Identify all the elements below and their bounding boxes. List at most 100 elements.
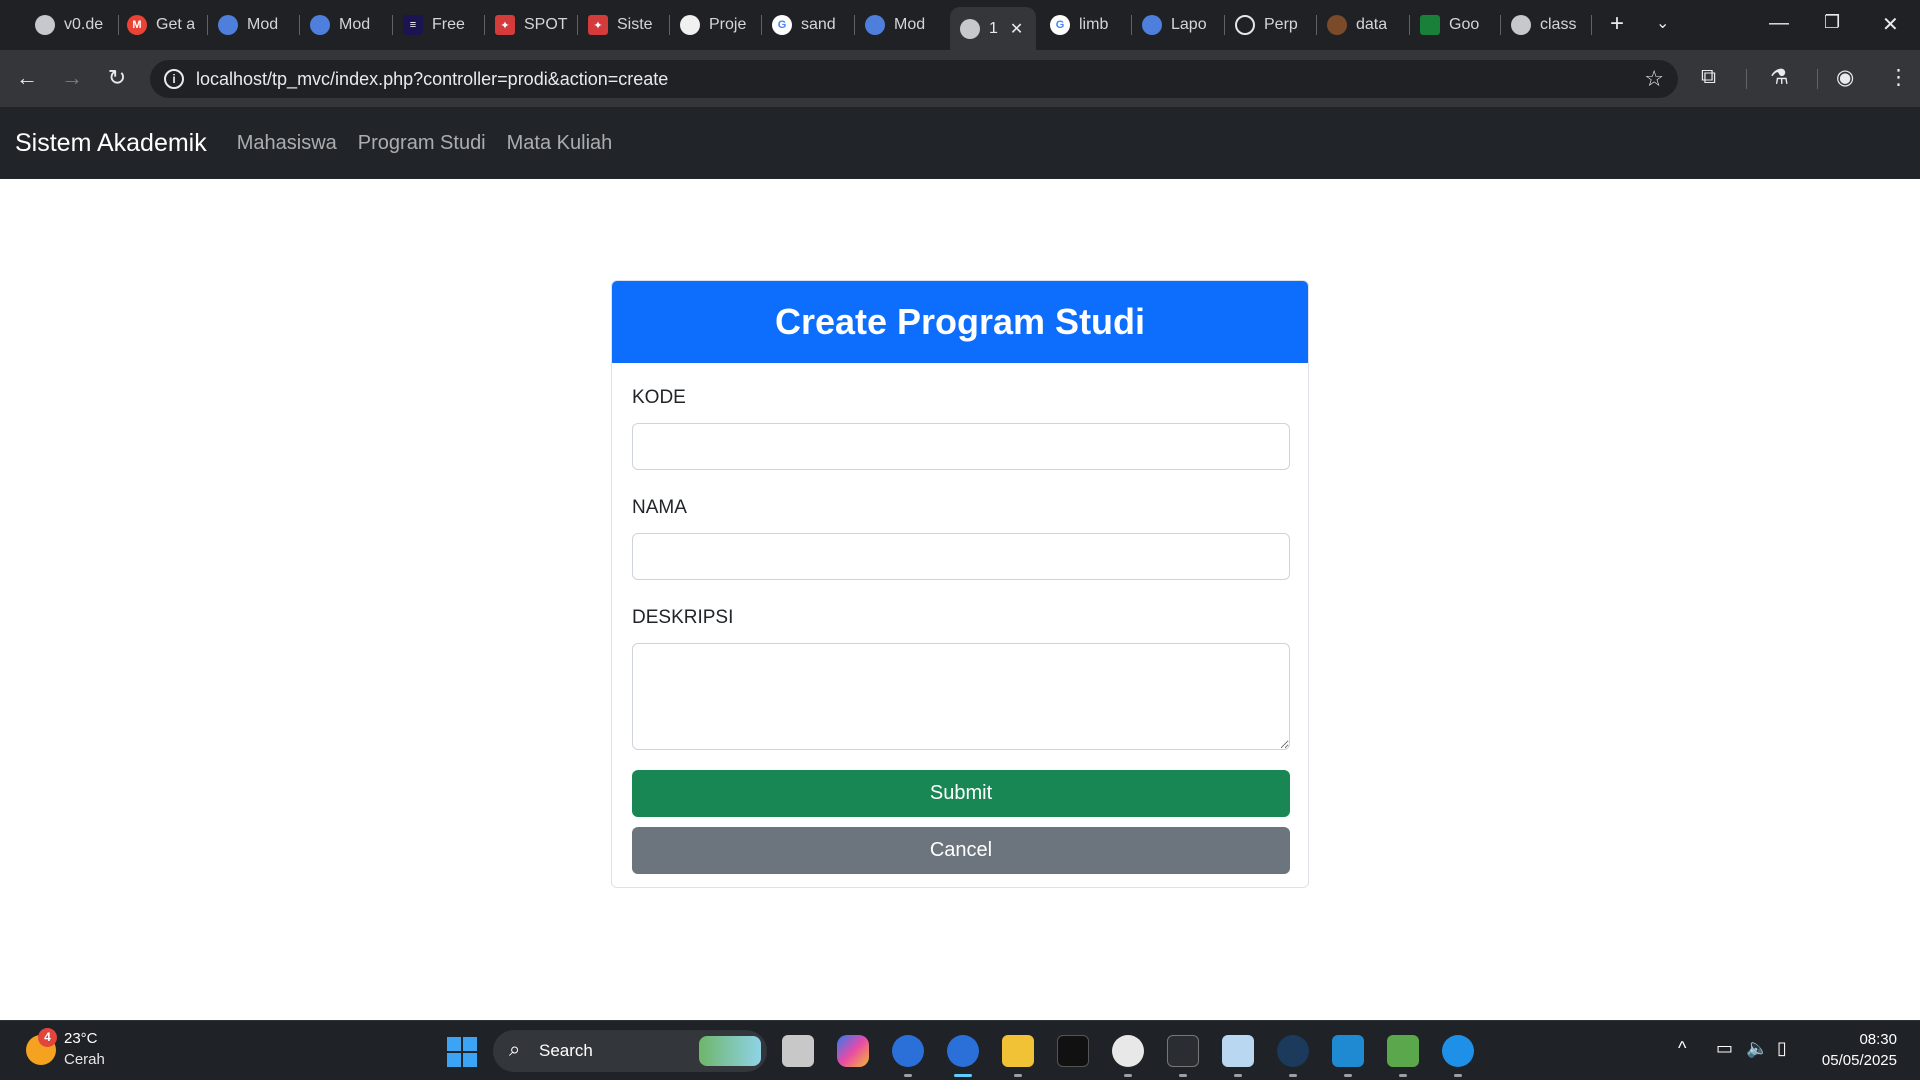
labs-flask-icon[interactable]: ⚗	[1770, 65, 1789, 90]
browser-tab[interactable]: Mod	[300, 9, 392, 41]
notepad-icon[interactable]	[1387, 1035, 1419, 1067]
navbar-brand[interactable]: Sistem Akademik	[15, 129, 207, 158]
browser-tab[interactable]: Proje	[670, 9, 762, 41]
browser-tab[interactable]: Lapo	[1132, 9, 1224, 41]
tab-title: sand	[801, 16, 836, 33]
deskripsi-textarea[interactable]	[632, 643, 1290, 750]
kode-label: KODE	[632, 387, 686, 408]
clock-time[interactable]: 08:30	[1859, 1031, 1897, 1048]
data-icon	[1327, 15, 1347, 35]
browser-tab[interactable]: ✦ Siste	[578, 9, 670, 41]
profile-icon[interactable]: ◉	[1836, 65, 1854, 90]
doc-icon	[865, 15, 885, 35]
tab-title: Free	[432, 16, 465, 33]
back-arrow-icon[interactable]: ←	[13, 65, 41, 93]
new-tab-button[interactable]: +	[1603, 11, 1631, 39]
forward-arrow-icon[interactable]: →	[58, 65, 86, 93]
minimize-icon[interactable]: —	[1769, 12, 1789, 35]
tab-title: Perp	[1264, 16, 1298, 33]
task-view-icon[interactable]	[782, 1035, 814, 1067]
browser-tab[interactable]: Mod	[208, 9, 300, 41]
weather-temperature[interactable]: 23°C	[64, 1030, 98, 1047]
network-icon[interactable]: ▭	[1716, 1038, 1733, 1059]
command-prompt-icon[interactable]	[1167, 1035, 1199, 1067]
github-icon	[680, 15, 700, 35]
sheets-icon	[1420, 15, 1440, 35]
edge-icon[interactable]	[1442, 1035, 1474, 1067]
browser-tab[interactable]: Goo	[1410, 9, 1502, 41]
deskripsi-label: DESKRIPSI	[632, 607, 734, 628]
restore-icon[interactable]: ❐	[1824, 12, 1840, 33]
vscode-icon[interactable]	[1332, 1035, 1364, 1067]
windows-taskbar: 4 23°C Cerah ⌕ Search ^ ▭ 🔈 ▯ 08:30 05/0…	[0, 1020, 1920, 1080]
close-window-icon[interactable]: ✕	[1882, 12, 1899, 37]
create-form-card: Create Program Studi KODE NAMA DESKRIPSI…	[611, 280, 1309, 888]
spot-icon: ✦	[495, 15, 515, 35]
extensions-icon[interactable]: ⧉	[1701, 65, 1716, 89]
navbar: Sistem Akademik Mahasiswa Program Studi …	[0, 107, 1920, 179]
tab-list-chevron-icon[interactable]: ⌄	[1656, 13, 1669, 33]
menu-kebab-icon[interactable]: ⋮	[1888, 65, 1909, 90]
nav-link-mahasiswa[interactable]: Mahasiswa	[237, 132, 337, 155]
submit-button[interactable]: Submit	[632, 770, 1290, 817]
reload-icon[interactable]: ↻	[103, 65, 131, 93]
tab-title: limb	[1079, 16, 1109, 33]
taskbar-search[interactable]: ⌕ Search	[493, 1030, 767, 1072]
tray-overflow-chevron-icon[interactable]: ^	[1678, 1038, 1686, 1059]
close-tab-icon[interactable]: ✕	[1010, 19, 1023, 39]
terminal-icon[interactable]	[1057, 1035, 1089, 1067]
battery-icon[interactable]: ▯	[1777, 1038, 1787, 1059]
browser-tab[interactable]: G limb	[1040, 9, 1132, 41]
weather-condition[interactable]: Cerah	[64, 1051, 105, 1068]
globe-icon	[1511, 15, 1531, 35]
kode-input[interactable]	[632, 423, 1290, 470]
tab-title: Proje	[709, 16, 747, 33]
browser-tab-strip: v0.de M Get a Mod Mod ≡ Free ✦ SPOT ✦ Si…	[0, 0, 1920, 50]
browser-tab[interactable]: Mod	[855, 9, 947, 41]
url-text[interactable]: localhost/tp_mvc/index.php?controller=pr…	[196, 69, 668, 90]
browser-toolbar: ← → ↻ i localhost/tp_mvc/index.php?contr…	[0, 50, 1920, 107]
nama-input[interactable]	[632, 533, 1290, 580]
bookmark-star-icon[interactable]: ☆	[1644, 66, 1664, 92]
tab-title: data	[1356, 16, 1388, 33]
browser-tab[interactable]: data	[1317, 9, 1409, 41]
browser-tab[interactable]: M Get a	[117, 9, 209, 41]
tab-title: Lapo	[1171, 16, 1207, 33]
browser-tab[interactable]: class	[1501, 9, 1593, 41]
browser-tab[interactable]: ≡ Free	[393, 9, 485, 41]
copilot-icon[interactable]	[837, 1035, 869, 1067]
site-info-icon[interactable]: i	[164, 69, 184, 89]
tab-title: Mod	[247, 16, 279, 33]
browser-tab[interactable]: G sand	[762, 9, 854, 41]
tab-title: class	[1540, 16, 1577, 33]
address-bar[interactable]: i localhost/tp_mvc/index.php?controller=…	[150, 60, 1678, 98]
clock-date[interactable]: 05/05/2025	[1822, 1052, 1897, 1069]
search-icon: ⌕	[509, 1039, 521, 1061]
form-body: KODE NAMA DESKRIPSI Submit Cancel	[612, 387, 1308, 874]
steam-icon[interactable]	[1277, 1035, 1309, 1067]
file-explorer-icon[interactable]	[1002, 1035, 1034, 1067]
siste-icon: ✦	[588, 15, 608, 35]
nav-link-program-studi[interactable]: Program Studi	[358, 132, 486, 155]
browser-tab[interactable]: ✦ SPOT	[485, 9, 577, 41]
browser-tab-active[interactable]: 1 ✕	[950, 7, 1036, 50]
browser-tab[interactable]: Perp	[1225, 9, 1317, 41]
cancel-button[interactable]: Cancel	[632, 827, 1290, 874]
tab-title: Siste	[617, 16, 653, 33]
form-title: Create Program Studi	[612, 281, 1308, 363]
elementor-icon: ≡	[403, 15, 423, 35]
tab-title: 1	[989, 19, 998, 37]
browser-tab[interactable]: v0.de	[25, 9, 117, 41]
volume-icon[interactable]: 🔈	[1746, 1038, 1768, 1059]
weather-badge: 4	[38, 1028, 57, 1047]
clock-app-icon[interactable]	[1112, 1035, 1144, 1067]
chrome-dev-active-icon[interactable]	[947, 1035, 979, 1067]
start-windows-icon[interactable]	[447, 1037, 477, 1067]
image-viewer-icon[interactable]	[1222, 1035, 1254, 1067]
search-label: Search	[539, 1041, 593, 1060]
nav-link-mata-kuliah[interactable]: Mata Kuliah	[507, 132, 613, 155]
search-highlight-image	[699, 1036, 761, 1066]
gmail-icon: M	[127, 15, 147, 35]
chrome-dev-icon[interactable]	[892, 1035, 924, 1067]
tab-title: SPOT	[524, 16, 568, 33]
